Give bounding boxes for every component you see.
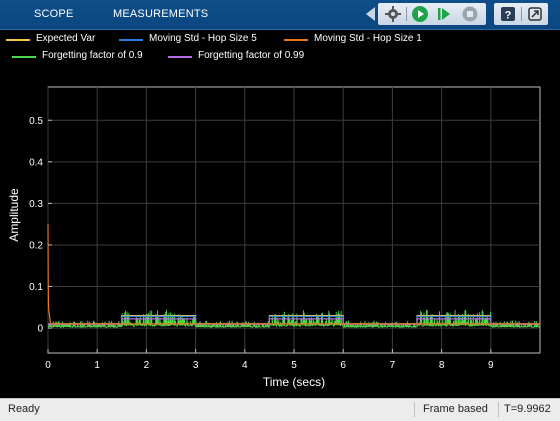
legend-swatch [6,39,30,41]
legend-swatch [119,39,143,41]
legend: Expected Var Moving Std - Hop Size 5 Mov… [0,30,560,70]
settings-icon[interactable] [382,3,404,25]
toolstrip: SCOPE MEASUREMENTS ? [0,0,560,30]
x-tick-label: 5 [291,360,297,371]
svg-text:?: ? [505,10,512,22]
undock-icon[interactable] [524,3,546,25]
run-icon[interactable] [409,3,431,25]
y-tick-label: 0.4 [29,157,43,168]
y-tick-label: 0.2 [29,240,43,251]
legend-label: Moving Std - Hop Size 5 [149,33,257,44]
y-tick-label: 0.1 [29,282,43,293]
x-axis-label: Time (secs) [263,375,325,389]
simulation-controls [378,3,486,25]
x-tick-label: 7 [390,360,396,371]
stop-icon[interactable] [459,3,481,25]
y-tick-label: 0.5 [29,116,43,127]
x-tick-label: 6 [340,360,346,371]
legend-label: Expected Var [36,33,96,44]
legend-swatch [284,39,308,41]
legend-swatch [168,56,192,58]
x-tick-label: 4 [242,360,248,371]
scope-plot[interactable]: 0 1 2 3 4 5 6 7 8 9 0 0.1 0.2 0.3 0.4 0.5 Time (secs) A… [0,70,560,398]
x-tick-label: 2 [144,360,150,371]
tab-scope[interactable]: SCOPE [34,0,74,29]
x-tick-label: 3 [193,360,199,371]
x-tick-label: 8 [439,360,445,371]
y-tick-label: 0 [37,324,43,335]
status-text: Ready [8,403,40,415]
y-axis-label: Amplitude [7,188,21,242]
legend-swatch [12,56,36,58]
tab-measurements[interactable]: MEASUREMENTS [113,0,208,29]
x-tick-label: 0 [45,360,51,371]
step-forward-icon[interactable] [433,3,455,25]
status-bar: Ready Frame based T=9.9962 [0,398,560,421]
legend-label: Moving Std - Hop Size 1 [314,33,422,44]
help-controls: ? [494,3,548,25]
processing-mode: Frame based [423,403,488,415]
legend-label: Forgetting factor of 0.9 [42,50,143,61]
collapse-toolstrip-icon[interactable] [366,7,375,21]
legend-label: Forgetting factor of 0.99 [198,50,305,61]
simulation-time: T=9.9962 [504,403,551,415]
y-tick-label: 0.3 [29,199,43,210]
help-icon[interactable]: ? [497,3,519,25]
x-tick-label: 1 [94,360,100,371]
x-tick-label: 9 [488,360,494,371]
